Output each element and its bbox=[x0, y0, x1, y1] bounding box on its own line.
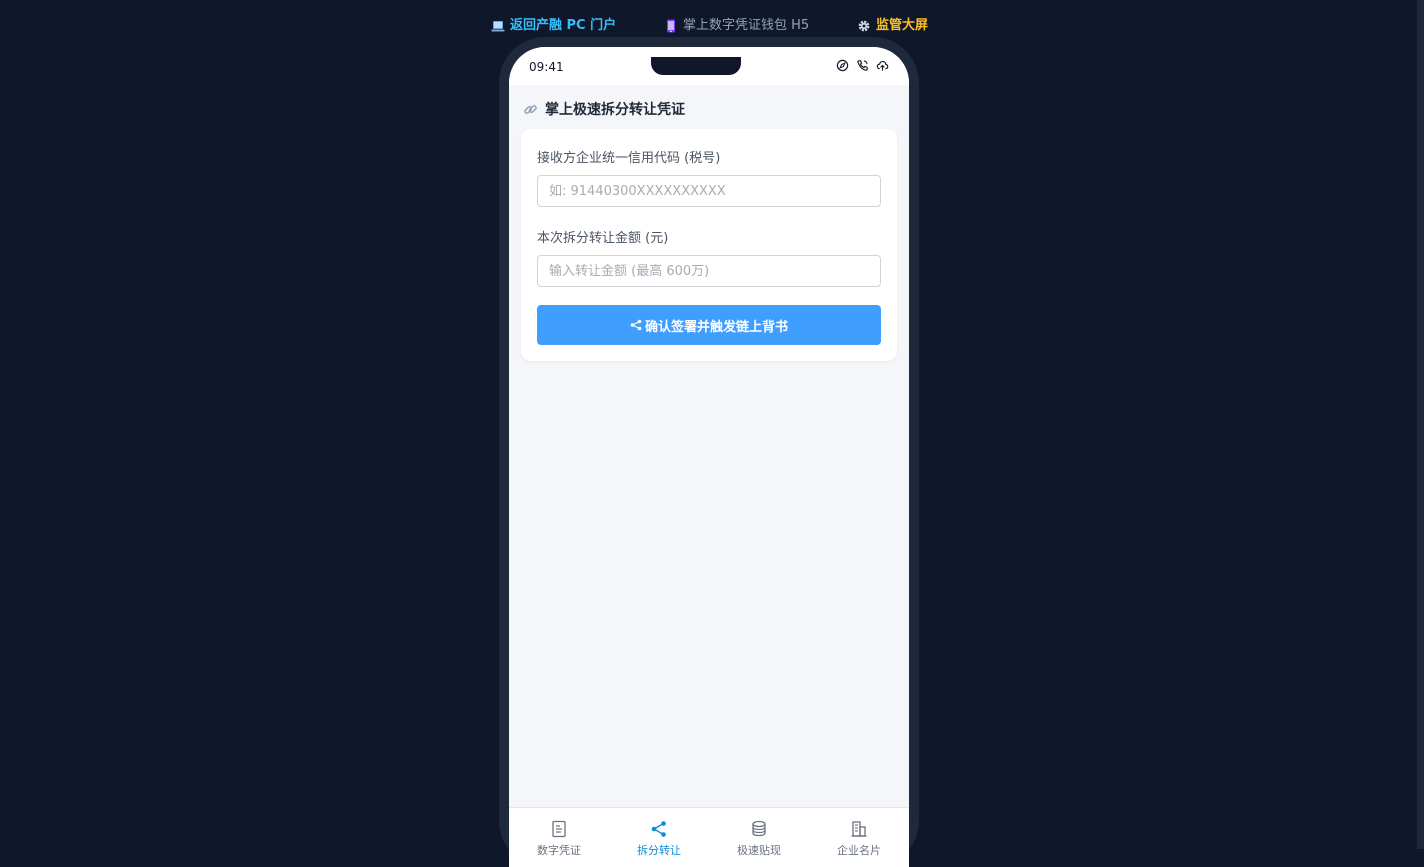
amount-label: 本次拆分转让金额 (元) bbox=[537, 231, 669, 246]
credit-code-label: 接收方企业统一信用代码 (税号) bbox=[537, 151, 721, 166]
document-icon bbox=[552, 820, 566, 838]
building-icon bbox=[851, 821, 867, 837]
status-bar: 09:41 bbox=[509, 47, 909, 85]
h5-wallet-label: 掌上数字凭证钱包 H5 bbox=[683, 18, 810, 33]
page-title: 掌上极速拆分转让凭证 bbox=[545, 102, 685, 118]
tab-label: 极速贴现 bbox=[737, 844, 781, 857]
gear-icon bbox=[857, 19, 871, 33]
confirm-sign-button[interactable]: 确认签署并触发链上背书 bbox=[537, 305, 881, 345]
cloud-upload-icon bbox=[876, 61, 889, 71]
tab-split-transfer[interactable]: 拆分转让 bbox=[609, 808, 709, 867]
tab-label: 拆分转让 bbox=[637, 844, 681, 857]
credit-code-input[interactable] bbox=[537, 175, 881, 207]
pc-portal-link[interactable]: 返回产融 PC 门户 bbox=[491, 16, 616, 36]
phone-icon bbox=[664, 19, 678, 33]
pc-portal-label: 返回产融 PC 门户 bbox=[510, 18, 617, 33]
confirm-sign-button-label: 确认签署并触发链上背书 bbox=[644, 319, 788, 335]
phone-call-icon bbox=[857, 60, 868, 71]
bottom-tab-bar: 数字凭证 拆分转让 极速贴现 企业名片 bbox=[509, 807, 909, 867]
supervision-screen-link[interactable]: 监管大屏 bbox=[857, 16, 928, 36]
top-navigation: 返回产融 PC 门户 掌上数字凭证钱包 H5 监管大屏 bbox=[0, 16, 1424, 36]
phone-frame: 09:41 掌上极速拆分转让凭证 接收方企业统一信用代码 (税号) 本次拆分转让… bbox=[499, 37, 919, 867]
status-time: 09:41 bbox=[529, 60, 564, 74]
tab-fast-discount[interactable]: 极速贴现 bbox=[709, 808, 809, 867]
tab-company-card[interactable]: 企业名片 bbox=[809, 808, 909, 867]
compass-icon bbox=[836, 59, 849, 72]
tab-label: 数字凭证 bbox=[537, 844, 581, 857]
link-icon bbox=[524, 104, 537, 114]
amount-input[interactable] bbox=[537, 255, 881, 287]
tab-label: 企业名片 bbox=[837, 844, 881, 857]
supervision-screen-label: 监管大屏 bbox=[876, 18, 929, 33]
laptop-icon bbox=[491, 19, 505, 33]
phone-notch bbox=[651, 57, 741, 75]
phone-screen: 09:41 掌上极速拆分转让凭证 接收方企业统一信用代码 (税号) 本次拆分转让… bbox=[509, 47, 909, 867]
coins-icon bbox=[752, 820, 766, 837]
status-icons bbox=[836, 59, 889, 72]
share-icon bbox=[651, 821, 666, 837]
h5-wallet-link[interactable]: 掌上数字凭证钱包 H5 bbox=[664, 16, 809, 36]
share-icon bbox=[630, 319, 642, 331]
tab-digital-voucher[interactable]: 数字凭证 bbox=[509, 808, 609, 867]
page-scrollbar[interactable] bbox=[1417, 0, 1424, 849]
page-header: 掌上极速拆分转让凭证 bbox=[523, 99, 685, 119]
transfer-form-card: 接收方企业统一信用代码 (税号) 本次拆分转让金额 (元) 确认签署并触发链上背… bbox=[521, 129, 897, 361]
